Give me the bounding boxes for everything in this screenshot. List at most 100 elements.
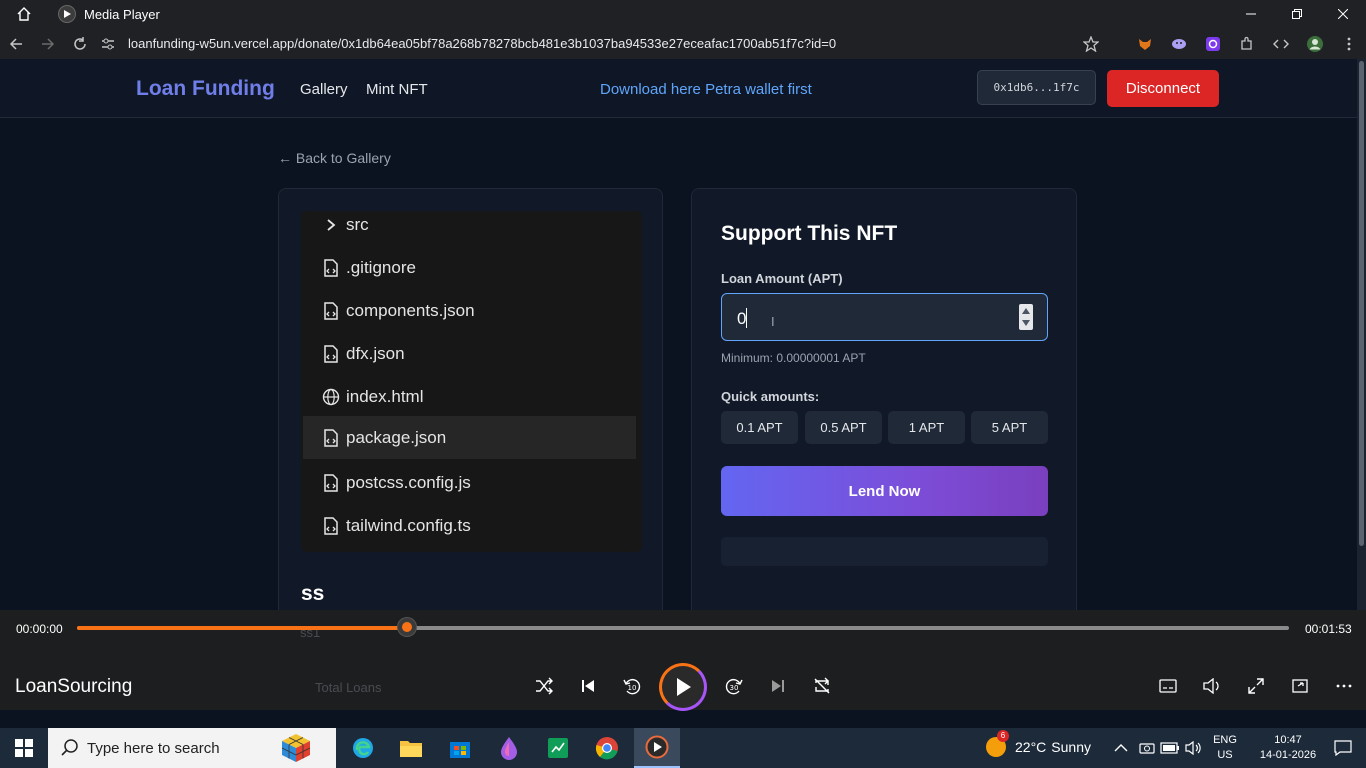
more-options-button[interactable] <box>1331 673 1357 699</box>
extension-fox-button[interactable] <box>1128 28 1162 59</box>
nft-image: src .gitignore components.json dfx.json … <box>301 211 642 552</box>
nav-gallery-link[interactable]: Gallery <box>300 81 348 98</box>
taskbar-store[interactable] <box>442 732 478 764</box>
taskbar-edge[interactable] <box>345 732 381 764</box>
forward-30-icon: 30 <box>725 678 743 695</box>
home-button[interactable] <box>0 0 48 28</box>
next-button[interactable] <box>765 673 791 699</box>
volume-button[interactable] <box>1199 673 1225 699</box>
quick-amount-0-5-button[interactable]: 0.5 APT <box>805 411 882 444</box>
number-spinner[interactable] <box>1019 304 1033 330</box>
browser-menu-button[interactable] <box>1332 28 1366 59</box>
system-clock[interactable]: 10:47 14-01-2026 <box>1255 733 1321 763</box>
taskbar-sheets[interactable] <box>540 732 576 764</box>
language-indicator[interactable]: ENG US <box>1210 733 1240 763</box>
repeat-off-icon <box>814 677 830 694</box>
restore-button[interactable] <box>1274 0 1320 28</box>
lend-now-button[interactable]: Lend Now <box>721 466 1048 516</box>
window-title-bar: Media Player <box>0 0 1366 28</box>
taskbar-media-player[interactable] <box>634 728 680 768</box>
extension-purple-button[interactable] <box>1196 28 1230 59</box>
volume-icon <box>1203 678 1219 694</box>
quick-amount-5-button[interactable]: 5 APT <box>971 411 1048 444</box>
seek-bar[interactable] <box>77 626 1289 630</box>
store-icon <box>450 742 470 758</box>
quick-amounts-label: Quick amounts: <box>721 389 820 404</box>
devtools-button[interactable] <box>1264 28 1298 59</box>
notifications-button[interactable] <box>1320 728 1366 768</box>
scrollbar-thumb[interactable] <box>1359 61 1364 546</box>
taskbar-paint[interactable] <box>491 732 527 764</box>
minimize-button[interactable] <box>1228 0 1274 28</box>
back-to-gallery-link[interactable]: ← Back to Gallery <box>278 150 391 166</box>
disconnect-button[interactable]: Disconnect <box>1107 70 1219 107</box>
mini-player-button[interactable] <box>1287 673 1313 699</box>
folder-icon <box>400 741 422 757</box>
minimum-amount-text: Minimum: 0.00000001 APT <box>721 351 866 365</box>
forward-30-button[interactable]: 30 <box>721 673 747 699</box>
file-name: dfx.json <box>346 343 405 363</box>
loan-amount-input[interactable]: 0 I <box>721 293 1048 341</box>
clock-time: 10:47 <box>1274 734 1302 746</box>
brand-logo[interactable]: Loan Funding <box>136 77 275 101</box>
seek-handle[interactable] <box>397 618 416 636</box>
browser-address-bar: loanfunding-w5un.vercel.app/donate/0x1db… <box>0 28 1366 59</box>
file-code-icon <box>320 301 342 320</box>
start-button[interactable] <box>0 728 48 768</box>
petra-download-link[interactable]: Download here Petra wallet first <box>600 81 812 98</box>
close-icon <box>1338 9 1348 19</box>
file-name: components.json <box>346 300 475 320</box>
speaker-icon <box>1185 741 1201 755</box>
close-button[interactable] <box>1320 0 1366 28</box>
code-icon <box>1273 39 1289 48</box>
chevron-right-icon <box>320 218 342 232</box>
spinner-arrows-icon <box>1022 308 1030 326</box>
weather-widget[interactable]: 6 22°C Sunny <box>985 730 1091 758</box>
volume-tray[interactable] <box>1185 728 1201 768</box>
purple-extension-icon <box>1206 36 1220 51</box>
taskbar-file-explorer[interactable] <box>393 732 429 764</box>
file-row-components-json: components.json <box>301 289 642 332</box>
avatar-icon <box>1307 35 1323 52</box>
fullscreen-button[interactable] <box>1243 673 1269 699</box>
battery-tray[interactable] <box>1160 728 1180 768</box>
extension-ghost-button[interactable] <box>1162 28 1196 59</box>
media-player-icon <box>645 735 669 759</box>
shuffle-button[interactable] <box>531 673 557 699</box>
file-code-icon <box>320 258 342 277</box>
reload-button[interactable] <box>64 28 96 59</box>
back-button[interactable] <box>0 28 32 59</box>
weather-badge: 6 <box>997 730 1009 742</box>
repeat-button[interactable] <box>809 673 835 699</box>
minimize-icon <box>1246 13 1256 15</box>
star-icon <box>1083 35 1099 52</box>
page-scrollbar[interactable] <box>1357 59 1366 610</box>
captions-icon <box>1159 679 1177 693</box>
lang-region: US <box>1217 749 1233 761</box>
url-field[interactable]: loanfunding-w5un.vercel.app/donate/0x1db… <box>128 36 836 51</box>
shuffle-icon <box>536 677 553 695</box>
tune-icon <box>102 38 114 49</box>
extensions-button[interactable] <box>1230 28 1264 59</box>
taskbar-chrome[interactable] <box>589 732 625 764</box>
show-hidden-icons[interactable] <box>1114 728 1128 768</box>
expand-icon <box>1248 678 1264 694</box>
site-info-button[interactable] <box>96 28 120 59</box>
sun-icon: 6 <box>985 730 1009 758</box>
play-icon <box>677 678 691 696</box>
quick-amount-0-1-button[interactable]: 0.1 APT <box>721 411 798 444</box>
wallet-address-chip: 0x1db6...1f7c <box>977 70 1096 105</box>
play-button[interactable] <box>659 663 707 711</box>
arrow-left-icon <box>9 37 22 50</box>
meet-now-tray[interactable] <box>1139 728 1155 768</box>
taskbar-search[interactable]: Type here to search <box>48 728 336 768</box>
text-caret <box>746 308 747 328</box>
rewind-10-button[interactable]: 10 <box>619 673 645 699</box>
profile-button[interactable] <box>1298 28 1332 59</box>
forward-button[interactable] <box>32 28 64 59</box>
captions-button[interactable] <box>1155 673 1181 699</box>
quick-amount-1-button[interactable]: 1 APT <box>888 411 965 444</box>
nav-mint-nft-link[interactable]: Mint NFT <box>366 81 428 98</box>
previous-button[interactable] <box>575 673 601 699</box>
bookmark-button[interactable] <box>1074 28 1108 59</box>
